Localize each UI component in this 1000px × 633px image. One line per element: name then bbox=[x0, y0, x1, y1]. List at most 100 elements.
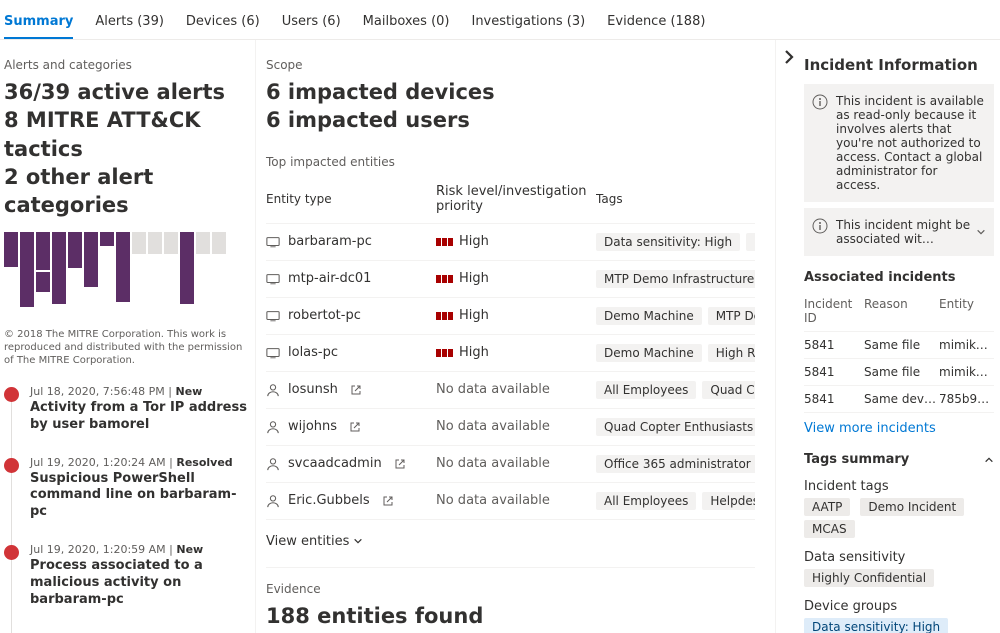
entity-tag: Quad Copter Enthusiasts bbox=[596, 418, 755, 436]
chart-bar bbox=[68, 232, 82, 268]
risk-bars-icon bbox=[436, 238, 453, 246]
tag-chip: Highly Confidential bbox=[804, 569, 934, 587]
entities-label: Top impacted entities bbox=[266, 155, 755, 169]
severity-dot-icon bbox=[4, 545, 19, 560]
entity-tag: Helpdesk bbox=[702, 492, 755, 510]
timeline-item[interactable]: Jul 19, 2020, 1:20:24 AM | Resolved Susp… bbox=[4, 456, 247, 544]
chart-bar bbox=[36, 232, 50, 292]
associated-banner[interactable]: This incident might be associated wit… bbox=[804, 208, 994, 256]
info-icon bbox=[812, 218, 828, 234]
view-entities-link[interactable]: View entities bbox=[266, 534, 755, 549]
entity-name: losunsh bbox=[288, 382, 338, 397]
open-icon bbox=[350, 384, 362, 396]
entity-row[interactable]: robertot-pc High Demo MachineMTP Demo - … bbox=[266, 298, 755, 335]
timeline-meta: Jul 19, 2020, 1:20:24 AM | Resolved bbox=[30, 456, 247, 469]
impacted-devices: 6 impacted devices bbox=[266, 78, 755, 106]
chart-bar bbox=[212, 232, 226, 254]
collapse-panel-icon[interactable] bbox=[780, 48, 798, 66]
risk-label: No data available bbox=[436, 382, 550, 397]
tab-investigations-[interactable]: Investigations (3) bbox=[471, 8, 585, 39]
entity-tag: Demo Machine bbox=[596, 344, 702, 362]
entity-name: barbaram-pc bbox=[288, 234, 372, 249]
device-icon bbox=[266, 235, 280, 249]
timeline-title: Activity from a Tor IP address by user b… bbox=[30, 400, 247, 434]
entity-row[interactable]: barbaram-pc High Data sensitivity: HighD… bbox=[266, 224, 755, 261]
col-tags: Tags bbox=[596, 192, 755, 206]
entity-row[interactable]: mtp-air-dc01 High MTP Demo Infrastructur… bbox=[266, 261, 755, 298]
timeline-item[interactable]: Jul 19, 2020, 1:20:59 AM | New Process a… bbox=[4, 543, 247, 631]
user-icon bbox=[266, 383, 280, 397]
tab-summary[interactable]: Summary bbox=[4, 8, 73, 39]
associated-incident-row[interactable]: 5841 Same file mimikatz… bbox=[804, 332, 994, 359]
entity-row[interactable]: lolas-pc High Demo MachineHigh Risk User bbox=[266, 335, 755, 372]
timeline-status: Resolved bbox=[176, 456, 232, 469]
tag-chip: AATP bbox=[804, 498, 850, 516]
tab-mailboxes-[interactable]: Mailboxes (0) bbox=[363, 8, 450, 39]
entity-tag: All Employees bbox=[596, 381, 696, 399]
assoc-id: 5841 bbox=[804, 392, 864, 406]
timeline-title: Suspicious PowerShell command line on ba… bbox=[30, 471, 247, 522]
assoc-reason: Same file bbox=[864, 338, 939, 352]
tab-evidence-[interactable]: Evidence (188) bbox=[607, 8, 705, 39]
timeline-meta: Jul 18, 2020, 7:56:48 PM | New bbox=[30, 385, 247, 398]
chart-bar bbox=[116, 232, 130, 302]
tag-section-label: Device groups bbox=[804, 599, 994, 614]
tag-section-data-sens: Data sensitivity Highly Confidential bbox=[804, 550, 994, 587]
tag-section-device-groups: Device groups Data sensitivity: HighDemo… bbox=[804, 599, 994, 633]
col-entity-type: Entity type bbox=[266, 192, 436, 206]
alerts-hero-2: 8 MITRE ATT&CK tactics bbox=[4, 106, 247, 163]
tags-summary-label: Tags summary bbox=[804, 452, 909, 467]
tag-section-incident-tags: Incident tags AATPDemo IncidentMCAS bbox=[804, 479, 994, 538]
chevron-up-icon bbox=[984, 455, 994, 465]
chart-bar bbox=[100, 232, 114, 246]
evidence-hero: 188 entities found bbox=[266, 602, 755, 630]
risk-label: High bbox=[459, 271, 489, 286]
timeline-status: New bbox=[176, 543, 203, 556]
entity-tag: Demo Machine bbox=[596, 307, 702, 325]
risk-bars-icon bbox=[436, 275, 453, 283]
tag-row: AATP Demo Incident MCAS bbox=[804, 498, 994, 538]
tag-chip: MCAS bbox=[804, 520, 855, 538]
col-reason: Reason bbox=[864, 297, 939, 325]
associated-incidents-label: Associated incidents bbox=[804, 270, 994, 285]
chart-bar bbox=[196, 232, 210, 254]
timeline-item[interactable]: Jul 18, 2020, 7:56:48 PM | New Activity … bbox=[4, 385, 247, 456]
open-icon bbox=[382, 495, 394, 507]
timeline-status: New bbox=[175, 385, 202, 398]
entity-row[interactable]: losunsh No data available All Employees Q… bbox=[266, 372, 755, 409]
chart-bar bbox=[52, 232, 66, 304]
associated-incident-row[interactable]: 5841 Same dev… 785b914d… bbox=[804, 386, 994, 413]
entity-tag: Quad Copter Enthus… bbox=[702, 381, 755, 399]
associated-incident-row[interactable]: 5841 Same file mimikatz… bbox=[804, 359, 994, 386]
risk-label: No data available bbox=[436, 419, 550, 434]
chevron-down-icon bbox=[976, 227, 986, 237]
alerts-column: Alerts and categories 36/39 active alert… bbox=[0, 40, 255, 633]
evidence-section: Evidence 188 entities found Evidence rem… bbox=[266, 567, 755, 633]
device-icon bbox=[266, 272, 280, 286]
mitre-footnote: © 2018 The MITRE Corporation. This work … bbox=[4, 328, 247, 367]
tab-users-[interactable]: Users (6) bbox=[282, 8, 341, 39]
entity-row[interactable]: wijohns No data available Quad Copter En… bbox=[266, 409, 755, 446]
severity-dot-icon bbox=[4, 458, 19, 473]
assoc-entity: 785b914d… bbox=[939, 392, 994, 406]
open-icon bbox=[349, 421, 361, 433]
entity-tag: All Employees bbox=[596, 492, 696, 510]
tag-section-label: Data sensitivity bbox=[804, 550, 994, 565]
entities-table-header: Entity type Risk level/investigation pri… bbox=[266, 175, 755, 224]
col-incident-id: Incident ID bbox=[804, 297, 864, 325]
chart-bar bbox=[132, 232, 146, 254]
entity-row[interactable]: svcaadcadmin No data available Office 36… bbox=[266, 446, 755, 483]
entity-name: mtp-air-dc01 bbox=[288, 271, 371, 286]
scope-label: Scope bbox=[266, 58, 755, 72]
view-more-incidents-link[interactable]: View more incidents bbox=[804, 421, 936, 436]
entity-row[interactable]: Eric.Gubbels No data available All Emplo… bbox=[266, 483, 755, 520]
timeline-meta: Jul 19, 2020, 1:20:59 AM | New bbox=[30, 543, 247, 556]
assoc-reason: Same dev… bbox=[864, 392, 939, 406]
open-icon bbox=[394, 458, 406, 470]
tag-chip: Demo Incident bbox=[860, 498, 964, 516]
tab-alerts-[interactable]: Alerts (39) bbox=[95, 8, 164, 39]
chart-bar bbox=[20, 232, 34, 307]
tags-summary-header[interactable]: Tags summary bbox=[804, 452, 994, 467]
risk-label: No data available bbox=[436, 456, 550, 471]
tab-devices-[interactable]: Devices (6) bbox=[186, 8, 260, 39]
